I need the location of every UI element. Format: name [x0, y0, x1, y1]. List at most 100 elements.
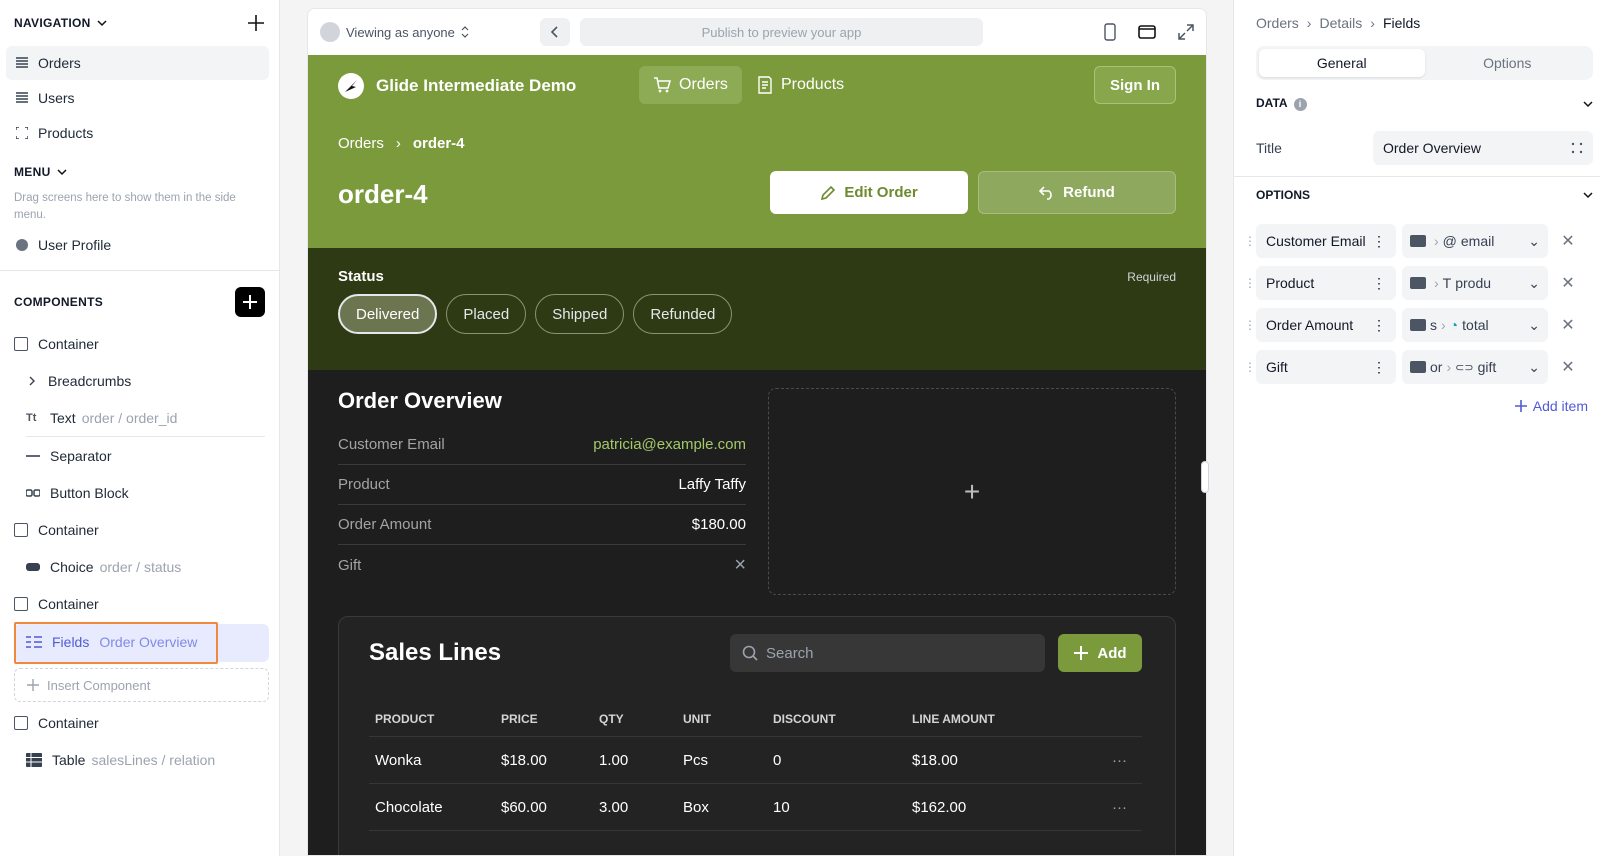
options-section-header[interactable]: OPTIONS — [1256, 188, 1593, 202]
tab-options[interactable]: Options — [1425, 49, 1591, 77]
status-option-shipped[interactable]: Shipped — [535, 294, 625, 334]
tablet-icon[interactable] — [1138, 25, 1156, 39]
table-header: PRODUCT PRICE QTY UNIT DISCOUNT LINE AMO… — [369, 701, 1142, 737]
more-icon[interactable]: ⋮ — [1372, 317, 1386, 334]
nav-item-products[interactable]: Products — [6, 116, 269, 150]
menu-item-user-profile[interactable]: User Profile — [6, 228, 269, 262]
more-icon[interactable]: ⋮ — [1372, 359, 1386, 376]
component-container[interactable]: Container — [0, 325, 279, 362]
drag-handle-icon[interactable]: ⋮ — [1244, 277, 1256, 289]
panel-breadcrumb-details[interactable]: Details — [1319, 15, 1362, 31]
chevron-down-icon: ⌄ — [1528, 274, 1540, 291]
table-row[interactable]: Chocolate $60.00 3.00 Box 10 $162.00 ··· — [369, 784, 1142, 831]
add-item-button[interactable]: Add item — [1514, 398, 1588, 414]
table-row[interactable]: Wonka $18.00 1.00 Pcs 0 $18.00 ··· — [369, 737, 1142, 784]
row-menu-icon[interactable]: ··· — [1112, 752, 1142, 769]
component-text[interactable]: Tt Text order / order_id — [0, 399, 279, 436]
component-container[interactable]: Container — [0, 704, 279, 741]
field-row: Product Laffy Taffy — [338, 465, 746, 505]
sales-lines-table: PRODUCT PRICE QTY UNIT DISCOUNT LINE AMO… — [369, 701, 1142, 831]
divider — [0, 270, 279, 271]
option-name[interactable]: Order Amount ⋮ — [1256, 308, 1396, 342]
sign-in-button[interactable]: Sign In — [1094, 66, 1176, 104]
app-title: Glide Intermediate Demo — [338, 73, 576, 99]
drag-handle-icon[interactable]: ⋮ — [1244, 319, 1256, 331]
chevron-down-icon[interactable] — [57, 167, 67, 177]
more-icon[interactable]: ⋮ — [1372, 275, 1386, 292]
status-option-placed[interactable]: Placed — [446, 294, 527, 334]
option-source[interactable]: › @ email ⌄ — [1402, 224, 1548, 258]
required-badge: Required — [1127, 270, 1176, 284]
option-name[interactable]: Customer Email ⋮ — [1256, 224, 1396, 258]
component-container[interactable]: Container — [0, 585, 279, 622]
option-name[interactable]: Product ⋮ — [1256, 266, 1396, 300]
row-menu-icon[interactable]: ··· — [1112, 799, 1142, 816]
phone-icon[interactable] — [1104, 23, 1116, 41]
info-icon[interactable]: i — [1293, 98, 1307, 111]
url-bar[interactable]: Publish to preview your app — [580, 18, 983, 46]
edit-order-button[interactable]: Edit Order — [770, 171, 968, 214]
tab-orders[interactable]: Orders — [639, 66, 742, 104]
app-logo-icon — [338, 73, 364, 99]
component-table[interactable]: Table salesLines / relation — [0, 741, 279, 778]
add-sales-line-button[interactable]: Add — [1058, 634, 1142, 672]
breadcrumb-orders[interactable]: Orders — [338, 135, 384, 152]
add-component-button[interactable] — [235, 287, 265, 317]
component-container[interactable]: Container — [0, 511, 279, 548]
separator-icon — [26, 454, 40, 457]
component-choice[interactable]: Choice order / status — [0, 548, 279, 585]
component-separator[interactable]: Separator — [0, 437, 279, 474]
remove-option-button[interactable]: ✕ — [1554, 231, 1582, 251]
order-details-section: Order Overview Customer Email patricia@e… — [308, 370, 1206, 855]
option-source[interactable]: or › ⊂⊃ gift ⌄ — [1402, 350, 1548, 384]
viewing-as-selector[interactable]: Viewing as anyone — [320, 22, 530, 42]
chevron-down-icon[interactable] — [97, 18, 107, 28]
fullscreen-icon[interactable] — [1178, 24, 1194, 40]
customer-email-link[interactable]: patricia@example.com — [593, 436, 746, 453]
menu-header: MENU — [0, 154, 279, 190]
title-input[interactable]: Order Overview — [1373, 131, 1593, 165]
back-button[interactable] — [540, 18, 570, 46]
add-navigation-icon[interactable] — [247, 14, 265, 32]
drag-handle-icon[interactable]: ⋮ — [1244, 361, 1256, 373]
data-section-header[interactable]: DATA i — [1256, 96, 1593, 111]
breadcrumb-current: order-4 — [412, 135, 465, 152]
status-option-refunded[interactable]: Refunded — [633, 294, 733, 334]
status-option-delivered[interactable]: Delivered — [338, 294, 438, 334]
resize-handle[interactable] — [1201, 461, 1209, 493]
image-drop-zone[interactable]: + — [768, 388, 1176, 595]
more-icon[interactable]: ⋮ — [1372, 233, 1386, 250]
title-label: Title — [1256, 140, 1282, 156]
remove-option-button[interactable]: ✕ — [1554, 357, 1582, 377]
remove-option-button[interactable]: ✕ — [1554, 315, 1582, 335]
folder-icon — [1410, 235, 1426, 247]
choice-icon — [26, 562, 40, 571]
panel-breadcrumb-orders[interactable]: Orders — [1256, 15, 1299, 31]
navigation-header: NAVIGATION — [0, 0, 279, 46]
properties-panel: Orders › Details › Fields General Option… — [1233, 0, 1600, 856]
insert-component-button[interactable]: Insert Component — [14, 668, 269, 702]
component-button-block[interactable]: Button Block — [0, 474, 279, 511]
component-breadcrumbs[interactable]: Breadcrumbs — [0, 362, 279, 399]
drag-handle-icon[interactable]: ⋮ — [1244, 235, 1256, 247]
nav-item-users[interactable]: Users — [6, 81, 269, 115]
boolean-type-icon: ⊂⊃ — [1455, 361, 1474, 374]
component-fields-selected[interactable]: Fields Order Overview — [14, 622, 269, 664]
option-item: ⋮ Customer Email ⋮ › @ email ⌄ ✕ — [1244, 224, 1594, 258]
button-block-icon — [26, 488, 40, 497]
option-source[interactable]: › T produ ⌄ — [1402, 266, 1548, 300]
remove-option-button[interactable]: ✕ — [1554, 273, 1582, 293]
option-name[interactable]: Gift ⋮ — [1256, 350, 1396, 384]
tab-products[interactable]: Products — [743, 66, 858, 104]
option-source[interactable]: s › ◔ total ⌄ — [1402, 308, 1548, 342]
binding-icon[interactable] — [1571, 142, 1583, 154]
menu-label: MENU — [14, 165, 51, 179]
tab-general[interactable]: General — [1259, 49, 1425, 77]
nav-item-orders[interactable]: Orders — [6, 46, 269, 80]
refund-button[interactable]: Refund — [978, 171, 1176, 214]
plus-icon: + — [963, 475, 981, 507]
chevron-down-icon — [1583, 192, 1593, 199]
title-setting: Title Order Overview — [1256, 131, 1593, 165]
search-input[interactable]: Search — [730, 634, 1045, 672]
breadcrumb: Orders › order-4 — [338, 135, 465, 152]
